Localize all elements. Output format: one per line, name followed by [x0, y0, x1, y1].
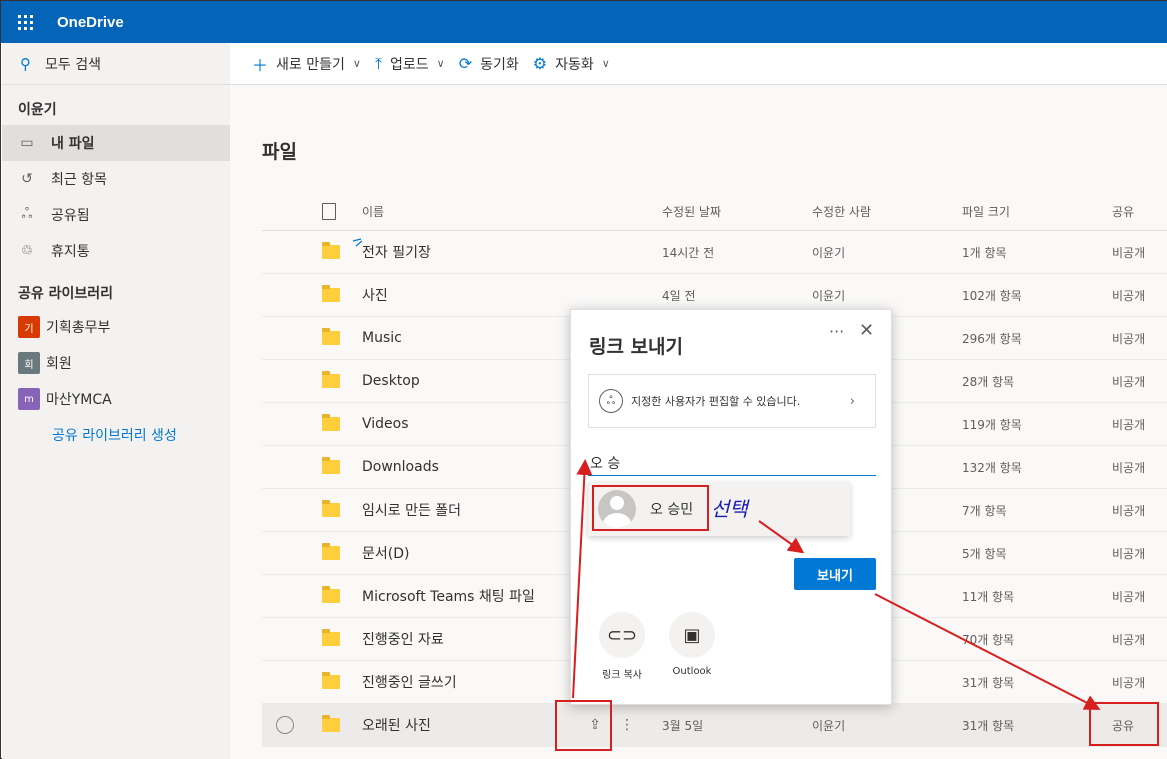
annotation-arrows	[352, 238, 1101, 710]
